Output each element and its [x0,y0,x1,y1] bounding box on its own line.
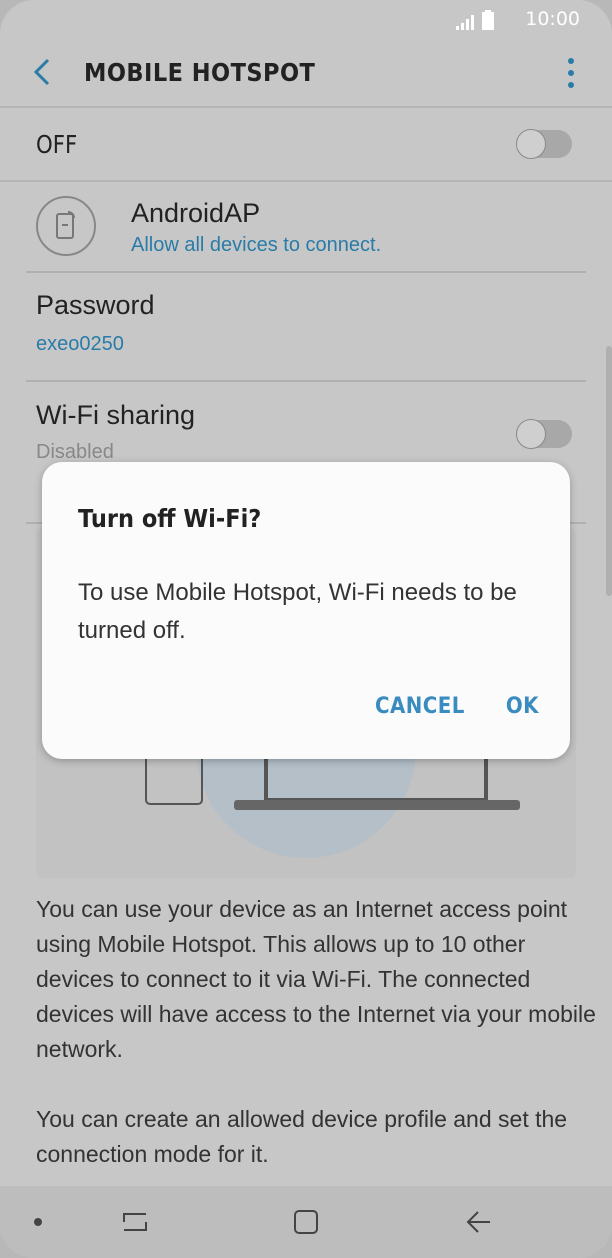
status-bar: 10:00 [0,0,612,38]
back-arrow-icon[interactable] [28,54,58,90]
scrollbar[interactable] [606,346,612,596]
status-time: 10:00 [525,8,580,30]
master-toggle[interactable] [516,129,572,159]
password-value: exeo0250 [36,333,124,355]
ok-button[interactable]: OK [506,694,539,719]
network-subtitle: Allow all devices to connect. [131,234,382,256]
network-name: AndroidAP [131,198,261,228]
wifi-sharing-label: Wi-Fi sharing [36,400,196,430]
divider [26,271,586,273]
more-vert-icon[interactable] [566,56,576,90]
dialog-message: To use Mobile Hotspot, Wi-Fi needs to be… [78,579,517,644]
toggle-knob [516,419,546,449]
master-switch-row[interactable]: OFF [0,108,612,182]
toggle-knob [516,129,546,159]
wifi-sharing-status: Disabled [36,441,114,463]
network-row[interactable]: AndroidAP Allow all devices to connect. [0,182,612,272]
recent-apps-icon[interactable] [120,1208,150,1236]
home-icon[interactable] [292,1208,320,1236]
phone-screen: 10:00 MOBILE HOTSPOT OFF AndroidAP Allow… [0,0,612,1258]
cancel-button[interactable]: CANCEL [375,694,465,719]
navigation-bar [0,1186,612,1258]
password-label: Password [36,290,155,320]
description-paragraph: You can use your device as an Internet a… [36,896,596,1062]
master-switch-label: OFF [36,130,78,159]
nav-back-icon[interactable] [464,1208,492,1236]
dialog-title: Turn off Wi-Fi? [78,504,262,533]
signal-icon [456,15,474,30]
description-paragraph: You can create an allowed device profile… [36,1106,568,1167]
password-row[interactable]: Password exeo0250 [36,290,155,356]
description: You can use your device as an Internet a… [36,892,596,1207]
battery-icon [482,10,494,30]
dot-icon[interactable] [32,1216,44,1228]
turn-off-wifi-dialog: Turn off Wi-Fi? To use Mobile Hotspot, W… [42,462,570,759]
wifi-sharing-toggle[interactable] [516,419,572,449]
divider [26,380,586,382]
page-title: MOBILE HOTSPOT [84,58,316,87]
app-header: MOBILE HOTSPOT [0,40,612,108]
wifi-sharing-row[interactable]: Wi-Fi sharing Disabled [36,400,195,464]
hotspot-device-icon [36,196,96,256]
